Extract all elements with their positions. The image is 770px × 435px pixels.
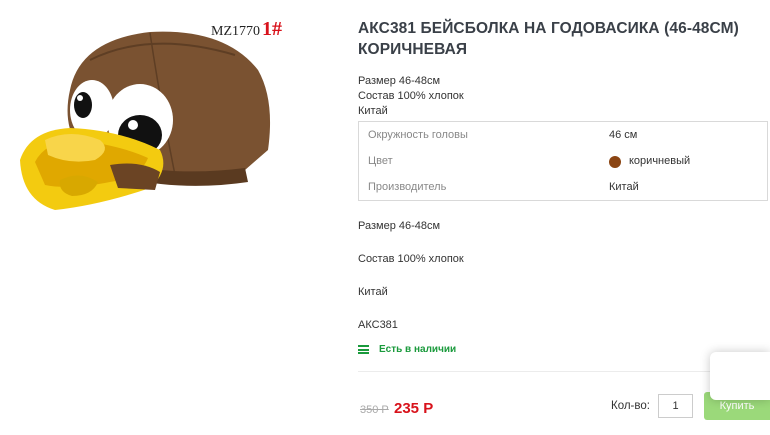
short-desc-country: Китай [358,105,388,117]
product-image[interactable]: MZ1770 1# [0,0,300,260]
short-desc-size: Размер 46-48см [358,75,441,87]
description-size: Размер 46-48см [358,220,441,232]
property-row-color: Цвет коричневый [359,148,767,174]
stock-label: Есть в наличии [379,344,457,355]
description-composition: Состав 100% хлопок [358,253,464,265]
property-name: Окружность головы [368,129,468,141]
property-row-manufacturer: Производитель Китай [359,174,767,200]
short-desc-composition: Состав 100% хлопок [358,90,464,102]
property-value: 46 см [609,129,638,141]
property-row-head-size: Окружность головы 46 см [359,122,767,148]
quantity-input[interactable] [658,394,693,418]
property-value: коричневый [629,155,691,167]
stock-bars-icon [358,345,369,354]
model-code: MZ1770 [211,24,260,39]
model-number: 1# [262,18,282,40]
description-country: Китай [358,286,388,298]
stock-status: Есть в наличии [358,344,456,355]
description-sku: АКС381 [358,319,398,331]
short-description: Размер 46-48см Состав 100% хлопок Китай [358,74,464,119]
property-name: Производитель [368,181,447,193]
property-value: Китай [609,181,639,193]
properties-table: Окружность головы 46 см Цвет коричневый … [358,121,768,201]
divider [358,371,770,372]
product-title: АКС381 БЕЙСБОЛКА НА ГОДОВАСИКА (46-48СМ)… [358,20,739,58]
quantity-label: Кол-во: [611,400,650,412]
property-name: Цвет [368,155,393,167]
color-swatch-icon [609,156,621,168]
floating-widget[interactable] [710,352,770,400]
current-price: 235 Р [394,400,434,417]
old-price: 350 Р [360,404,389,416]
